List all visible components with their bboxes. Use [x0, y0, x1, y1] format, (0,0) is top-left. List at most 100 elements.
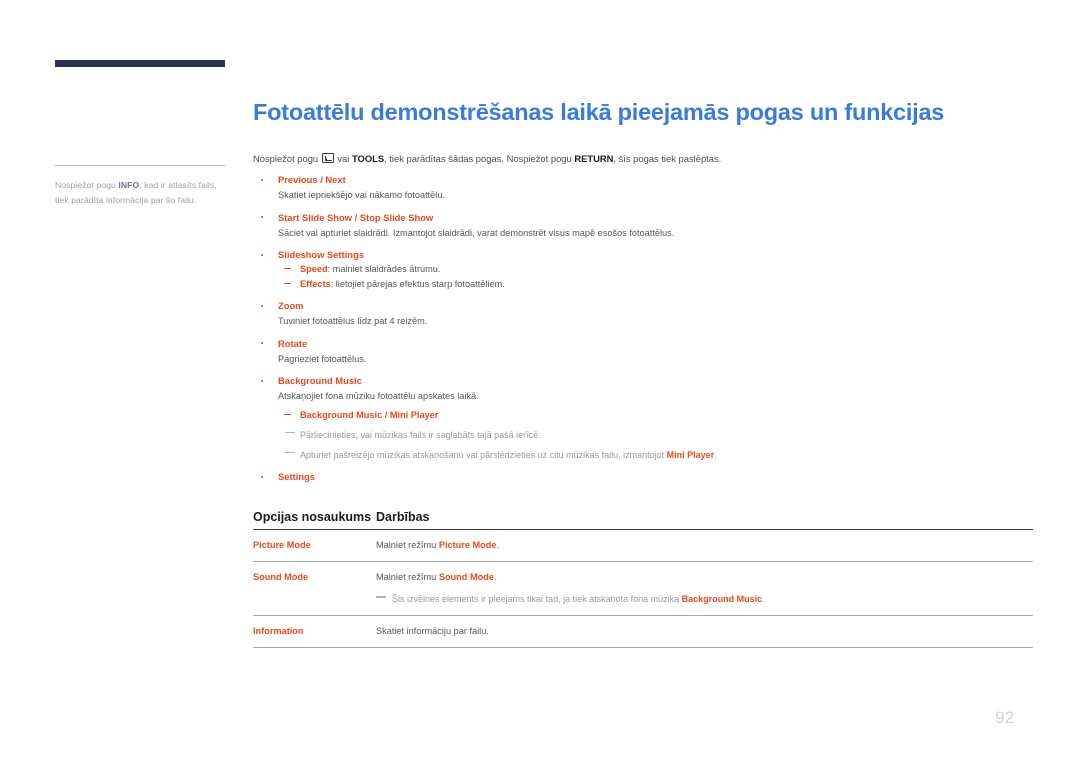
- note-line: Pārliecinieties, vai mūzikas fails ir sa…: [253, 428, 1033, 442]
- list-item: Previous / Next Skatiet iepriekšējo vai …: [253, 173, 1033, 203]
- list-item: Rotate Pagrieziet fotoattēlus.: [253, 337, 1033, 367]
- sub-item-keyword: Effects: [300, 278, 331, 289]
- note-keyword: Mini Player: [666, 450, 715, 460]
- bullet-description: Sāciet vai apturiet slaidrādi. Izmantojo…: [278, 227, 675, 238]
- page-title: Fotoattēlu demonstrēšanas laikā pieejamā…: [253, 99, 945, 125]
- table-cell-option: Sound Mode: [253, 572, 309, 582]
- list-item: Zoom Tuviniet fotoattēlus līdz pat 4 rei…: [253, 299, 1033, 329]
- intro-paragraph: Nospiežot pogu vai TOOLS, tiek parādītas…: [253, 152, 721, 165]
- dash-bullet-icon: [284, 268, 291, 270]
- intro-part2: vai: [334, 153, 352, 164]
- table-row: Picture Mode Mainiet režīmu Picture Mode…: [253, 529, 1033, 562]
- bullet-dot-icon: [261, 253, 264, 256]
- bullet-title: Settings: [253, 470, 1033, 484]
- sidebar-info-note: Nospiežot pogu INFO, kad ir atlasīts fai…: [55, 178, 227, 207]
- action-suffix: .: [496, 540, 500, 550]
- em-dash-icon: [376, 596, 386, 598]
- table-row: Information Skatiet informāciju par fail…: [253, 615, 1033, 648]
- list-item: Slideshow Settings Speed: mainiet slaidr…: [253, 248, 1033, 291]
- sidebar-accent-bar: [55, 60, 225, 67]
- bullet-title-text: Start Slide Show / Stop Slide Show: [278, 211, 434, 223]
- bullet-title: Previous / Next: [253, 173, 1033, 187]
- options-table: Opcijas nosaukums Darbības Picture Mode …: [253, 500, 1033, 648]
- sub-item-text: : mainiet slaidrādes ātrumu.: [327, 264, 441, 274]
- bullet-title: Start Slide Show / Stop Slide Show: [253, 211, 1033, 225]
- sub-item-keyword: Background Music / Mini Player: [300, 409, 439, 420]
- action-prefix: Mainiet režīmu: [376, 572, 439, 582]
- note-keyword: Background Music: [681, 594, 763, 604]
- intro-tools-keyword: TOOLS: [351, 153, 385, 164]
- bullet-dot-icon: [261, 379, 264, 382]
- page-number: 92: [995, 708, 1015, 727]
- table-header-action: Darbības: [376, 500, 1033, 530]
- table-note-row: Šis izvēlnes elements ir pieejams tikai …: [253, 593, 1033, 616]
- table-cell-option: Information: [253, 615, 376, 648]
- sidebar-divider: [55, 165, 225, 166]
- note-tail: .: [714, 450, 717, 460]
- bullet-dot-icon: [261, 216, 264, 219]
- bullet-title-text: Rotate: [278, 337, 308, 349]
- action-keyword: Picture Mode: [438, 540, 497, 550]
- table-cell-action: Mainiet režīmu Picture Mode.: [376, 529, 1033, 562]
- note-text: Šis izvēlnes elements ir pieejams tikai …: [392, 594, 682, 604]
- sub-list-item: Effects: lietojiet pārejas efektus starp…: [253, 277, 1033, 292]
- action-keyword: Sound Mode: [438, 572, 494, 582]
- sub-list-item: Speed: mainiet slaidrādes ātrumu.: [253, 262, 1033, 277]
- bullet-description: Tuviniet fotoattēlus līdz pat 4 reizēm.: [278, 316, 428, 326]
- em-dash-icon: [285, 431, 295, 434]
- intro-part4: , šīs pogas tiek paslēptas.: [613, 153, 722, 164]
- note-text: Pārliecinieties, vai mūzikas fails ir sa…: [300, 430, 541, 440]
- bullet-title-text: Zoom: [278, 300, 304, 311]
- list-item: Background Music Atskaņojiet fona mūziku…: [253, 374, 1033, 462]
- bullet-description: Pagrieziet fotoattēlus.: [278, 353, 367, 364]
- bullet-title: Rotate: [253, 337, 1033, 351]
- sidebar-note-prefix: Nospiežot pogu: [55, 180, 119, 190]
- bullet-title: Zoom: [253, 299, 1033, 313]
- intro-part3: , tiek parādītas šādas pogas. Nospiežot …: [384, 153, 575, 164]
- bullet-title: Background Music: [253, 374, 1033, 388]
- em-dash-icon: [285, 451, 295, 454]
- list-item: Start Slide Show / Stop Slide Show Sācie…: [253, 211, 1033, 241]
- sub-item-text: : lietojiet pārejas efektus starp fotoat…: [330, 278, 505, 289]
- sidebar-note-keyword: INFO: [118, 180, 140, 190]
- bullet-title: Slideshow Settings: [253, 248, 1033, 262]
- bullet-title-text: Slideshow Settings: [278, 249, 364, 260]
- bullet-dot-icon: [261, 475, 264, 478]
- note-text: Apturiet pašreizējo mūzikas atskaņošanu …: [300, 450, 667, 460]
- action-prefix: Skatiet informāciju par failu.: [376, 626, 489, 636]
- table-note-cell: Šis izvēlnes elements ir pieejams tikai …: [376, 593, 1033, 616]
- sub-item-keyword: Speed: [300, 264, 328, 274]
- table-cell-action: Skatiet informāciju par failu.: [376, 615, 1033, 648]
- action-suffix: .: [493, 572, 497, 582]
- bullet-dot-icon: [261, 178, 264, 181]
- table-cell-option: Picture Mode: [253, 529, 376, 562]
- action-prefix: Mainiet režīmu: [376, 540, 439, 550]
- dash-bullet-icon: [284, 282, 291, 284]
- bullet-dot-icon: [261, 304, 264, 307]
- sub-list-item: Background Music / Mini Player: [253, 408, 1033, 423]
- bullet-description: Atskaņojiet fona mūziku fotoattēlu apska…: [278, 391, 479, 401]
- intro-return-keyword: RETURN: [574, 153, 614, 164]
- note-line: Apturiet pašreizējo mūzikas atskaņošanu …: [253, 448, 1033, 462]
- table-header-option: Opcijas nosaukums: [253, 500, 376, 530]
- note-line: Šis izvēlnes elements ir pieejams tikai …: [376, 593, 1033, 606]
- feature-bullet-list: Previous / Next Skatiet iepriekšējo vai …: [253, 173, 1033, 484]
- bullet-title-text: Background Music: [278, 375, 362, 386]
- bullet-dot-icon: [261, 342, 264, 345]
- table-note-spacer: [253, 593, 376, 616]
- dash-bullet-icon: [284, 413, 291, 415]
- note-tail: .: [762, 594, 765, 604]
- table-row: Sound Mode Mainiet režīmu Sound Mode.: [253, 562, 1033, 594]
- enter-key-icon: [321, 153, 334, 163]
- table-cell-action: Mainiet režīmu Sound Mode.: [376, 562, 1033, 594]
- sidebar: Nospiežot pogu INFO, kad ir atlasīts fai…: [55, 60, 227, 205]
- table-header-row: Opcijas nosaukums Darbības: [253, 500, 1033, 530]
- bullet-title-text: Settings: [278, 471, 315, 482]
- bullet-title-text: Previous / Next: [278, 174, 346, 185]
